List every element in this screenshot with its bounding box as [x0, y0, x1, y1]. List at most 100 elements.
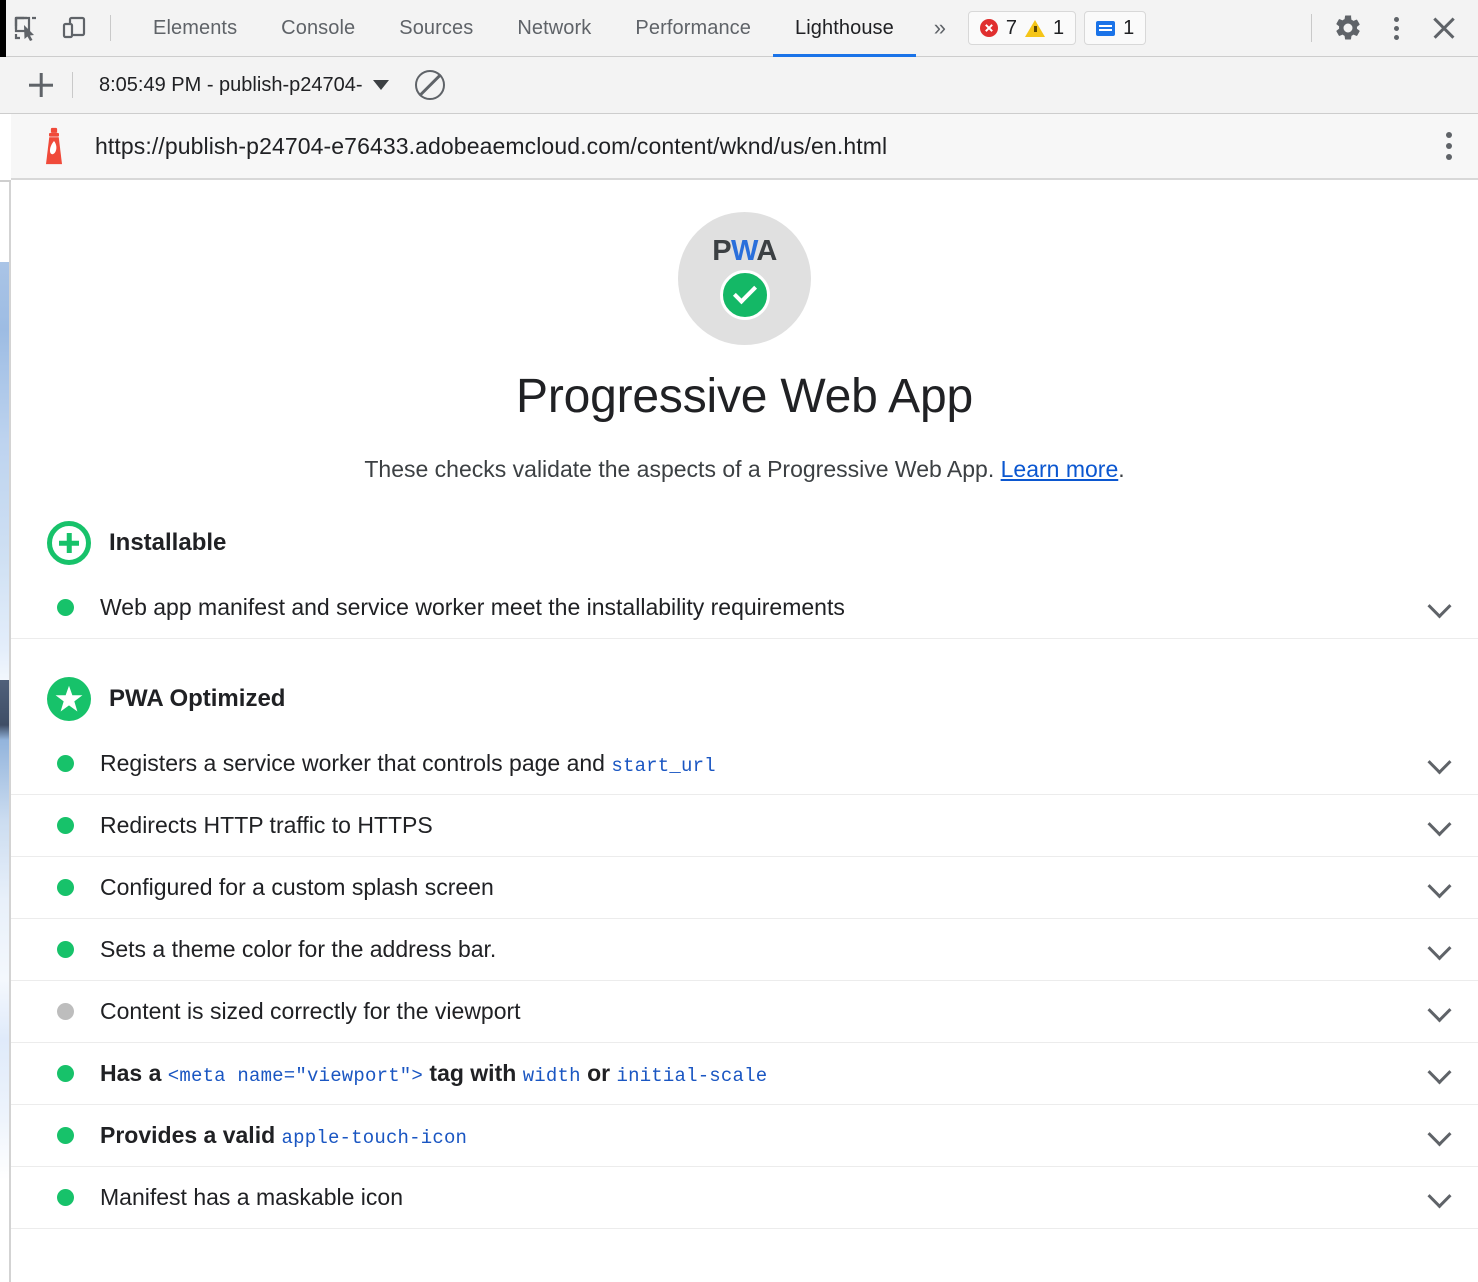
report-selector-dropdown[interactable]: 8:05:49 PM - publish-p24704- — [99, 74, 389, 97]
lh-toolbar-separator — [72, 72, 73, 98]
left-edge-accent — [0, 0, 6, 57]
chevron-down-icon[interactable] — [1427, 1122, 1451, 1146]
audit-row[interactable]: Registers a service worker that controls… — [11, 733, 1478, 795]
status-badge — [57, 599, 74, 616]
pwa-letter-w: W — [731, 235, 756, 267]
audit-row[interactable]: Provides a valid apple-touch-icon — [11, 1105, 1478, 1167]
more-tabs-chevrons-icon[interactable]: » — [920, 6, 960, 50]
tab-elements[interactable]: Elements — [131, 0, 259, 57]
new-report-button[interactable] — [24, 68, 58, 102]
status-badge — [57, 817, 74, 834]
report-url-bar: https://publish-p24704-e76433.adobeaemcl… — [11, 114, 1478, 180]
status-badge — [57, 941, 74, 958]
star-shape — [55, 685, 83, 713]
subtitle-text: These checks validate the aspects of a P… — [364, 456, 1000, 482]
warning-icon — [1025, 20, 1045, 37]
audit-row[interactable]: Content is sized correctly for the viewp… — [11, 981, 1478, 1043]
status-badge — [57, 1189, 74, 1206]
toolbar-right-group — [1301, 6, 1478, 50]
tab-console[interactable]: Console — [259, 0, 377, 57]
section-pwa-optimized: PWA Optimized Registers a service worker… — [11, 677, 1478, 1229]
section-title: Installable — [109, 529, 226, 557]
toolbar-separator — [110, 15, 111, 41]
tab-sources[interactable]: Sources — [377, 0, 495, 57]
error-icon — [980, 19, 998, 37]
section-header-pwa-optimized: PWA Optimized — [11, 677, 1478, 721]
report-options-kebab-icon[interactable] — [1446, 132, 1452, 160]
section-header-installable: Installable — [11, 521, 1478, 565]
audit-row[interactable]: Web app manifest and service worker meet… — [11, 577, 1478, 639]
inspected-page-sliver — [0, 180, 9, 1282]
audit-title: Manifest has a maskable icon — [100, 1184, 403, 1212]
audit-title: Provides a valid apple-touch-icon — [100, 1122, 467, 1150]
audit-list-pwa-optimized: Registers a service worker that controls… — [11, 733, 1478, 1229]
chevron-down-icon[interactable] — [1427, 594, 1451, 618]
devtools-window: Elements Console Sources Network Perform… — [0, 0, 1478, 1282]
chevron-down-icon[interactable] — [1427, 1060, 1451, 1084]
audit-row[interactable]: Manifest has a maskable icon — [11, 1167, 1478, 1229]
chevron-down-icon[interactable] — [1427, 1184, 1451, 1208]
subtitle-suffix: . — [1118, 456, 1124, 482]
audit-list-installable: Web app manifest and service worker meet… — [11, 577, 1478, 639]
chevron-down-icon[interactable] — [1427, 874, 1451, 898]
tab-performance[interactable]: Performance — [613, 0, 773, 57]
gear-icon[interactable] — [1326, 6, 1370, 50]
inspect-element-icon[interactable] — [4, 6, 48, 50]
report-subtitle: These checks validate the aspects of a P… — [11, 456, 1478, 483]
pwa-badge: PWA — [678, 212, 811, 345]
audit-row[interactable]: Redirects HTTP traffic to HTTPS — [11, 795, 1478, 857]
kebab-menu-icon[interactable] — [1374, 6, 1418, 50]
pwa-letter-a: A — [756, 235, 776, 267]
check-mark-shape — [732, 280, 756, 304]
audit-title: Sets a theme color for the address bar. — [100, 936, 496, 964]
audit-row[interactable]: Sets a theme color for the address bar. — [11, 919, 1478, 981]
status-badge — [57, 1065, 74, 1082]
pwa-badge-container: PWA — [11, 212, 1478, 345]
audit-title: Web app manifest and service worker meet… — [100, 594, 845, 622]
clear-reports-icon[interactable] — [415, 70, 445, 100]
audit-row[interactable]: Has a <meta name="viewport"> tag with wi… — [11, 1043, 1478, 1105]
plus-circle-icon — [47, 521, 91, 565]
message-count: 1 — [1123, 17, 1134, 40]
page-title: Progressive Web App — [11, 369, 1478, 424]
device-toolbar-icon[interactable] — [52, 6, 96, 50]
star-circle-icon — [47, 677, 91, 721]
toolbar-separator-right — [1311, 14, 1312, 42]
chevron-down-icon[interactable] — [1427, 998, 1451, 1022]
section-installable: Installable Web app manifest and service… — [11, 521, 1478, 639]
tab-lighthouse[interactable]: Lighthouse — [773, 0, 916, 57]
chevron-down-icon[interactable] — [1427, 812, 1451, 836]
message-counter[interactable]: 1 — [1084, 11, 1146, 45]
panel-top-divider — [0, 180, 11, 182]
audit-title: Content is sized correctly for the viewp… — [100, 998, 521, 1026]
report-url: https://publish-p24704-e76433.adobeaemcl… — [95, 133, 887, 160]
lighthouse-logo-icon — [39, 127, 69, 165]
error-count: 7 — [1006, 17, 1017, 40]
tab-network[interactable]: Network — [495, 0, 613, 57]
audit-row[interactable]: Configured for a custom splash screen — [11, 857, 1478, 919]
report-selector-label: 8:05:49 PM - publish-p24704- — [99, 74, 363, 97]
close-x-shape — [1428, 12, 1460, 44]
message-icon — [1096, 21, 1115, 36]
devtools-top-toolbar: Elements Console Sources Network Perform… — [0, 0, 1478, 57]
section-title: PWA Optimized — [109, 685, 285, 713]
kebab-dots — [1381, 13, 1411, 43]
pass-check-icon — [720, 270, 770, 320]
lighthouse-report: PWA Progressive Web App These checks val… — [11, 182, 1478, 1282]
audit-title: Registers a service worker that controls… — [100, 750, 716, 778]
error-counter[interactable]: 7 1 — [968, 11, 1076, 45]
issue-counters: 7 1 1 — [968, 11, 1146, 45]
devtools-tabs: Elements Console Sources Network Perform… — [131, 0, 916, 57]
learn-more-link[interactable]: Learn more — [1001, 456, 1119, 482]
chevron-down-icon[interactable] — [1427, 936, 1451, 960]
chevron-down-icon — [373, 80, 389, 90]
status-badge — [57, 879, 74, 896]
audit-title: Configured for a custom splash screen — [100, 874, 494, 902]
lighthouse-toolbar: 8:05:49 PM - publish-p24704- — [0, 57, 1478, 114]
status-badge — [57, 1003, 74, 1020]
audit-title: Has a <meta name="viewport"> tag with wi… — [100, 1060, 767, 1088]
status-badge — [57, 1127, 74, 1144]
chevron-down-icon[interactable] — [1427, 750, 1451, 774]
close-icon[interactable] — [1422, 6, 1466, 50]
pwa-logo-text: PWA — [712, 237, 777, 266]
